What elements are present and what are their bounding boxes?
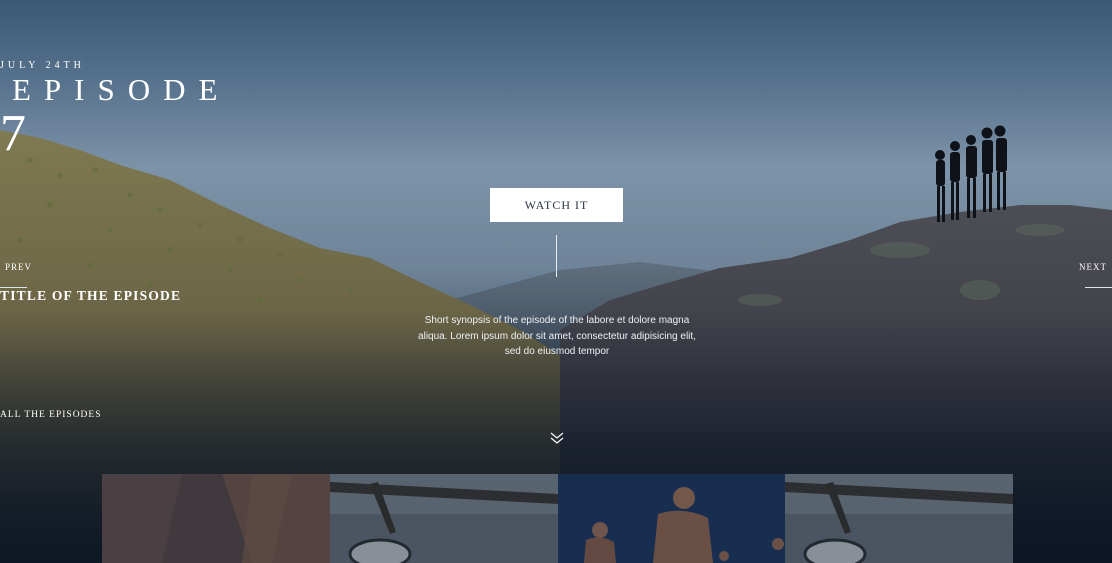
next-button[interactable]: NEXT [1079,262,1107,272]
all-episodes-link[interactable]: ALL THE EPISODES [0,410,1112,420]
prev-button[interactable]: PREV [5,262,32,272]
next-underline [1085,287,1112,288]
episode-title: TITLE OF THE EPISODE [0,288,182,303]
episode-date: JULY 24TH [0,60,85,71]
episode-thumbnail[interactable] [329,474,558,563]
episode-thumbnail[interactable] [557,474,786,563]
double-chevron-down-icon[interactable] [549,430,565,446]
prev-underline [0,287,27,288]
watch-it-button[interactable]: WATCH IT [490,188,623,222]
episode-synopsis: Short synopsis of the episode of the lab… [418,315,696,357]
episode-number: 7 [0,105,26,162]
divider-line [556,235,557,277]
episode-label: EPISODE [12,72,231,107]
episode-thumbnail[interactable] [102,474,330,563]
episode-thumbnail[interactable] [785,474,1013,563]
episode-thumbnails [102,474,1013,563]
